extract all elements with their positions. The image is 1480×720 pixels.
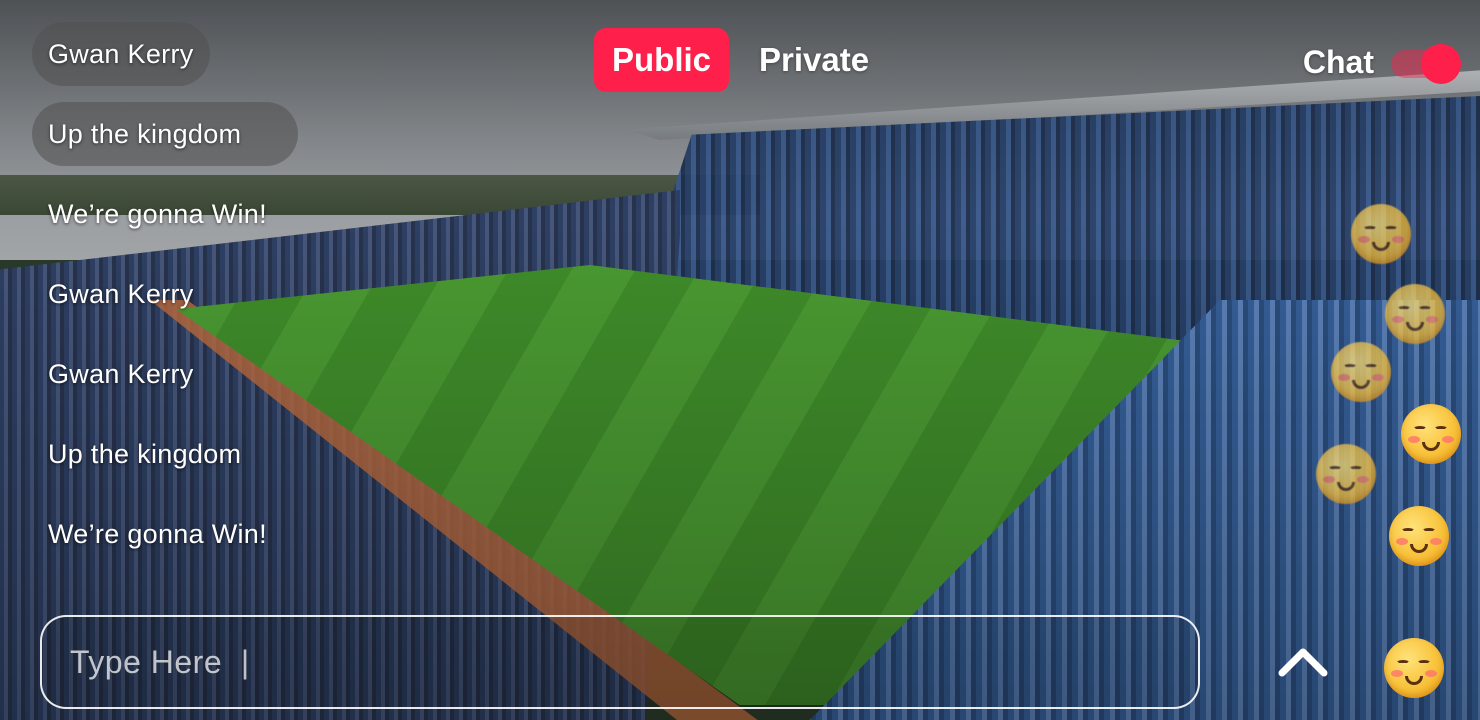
tab-public[interactable]: Public bbox=[594, 28, 730, 92]
chat-message: Gwan Kerry bbox=[32, 22, 210, 86]
chevron-up-icon[interactable] bbox=[1276, 640, 1330, 680]
chat-toggle-switch[interactable] bbox=[1391, 44, 1461, 84]
smiling-face-emoji-icon[interactable] bbox=[1384, 638, 1444, 698]
chat-message-text: We’re gonna Win! bbox=[48, 518, 267, 549]
chat-message: Gwan Kerry bbox=[32, 262, 210, 326]
smiling-face-emoji-icon bbox=[1401, 404, 1461, 464]
chat-message-text: Gwan Kerry bbox=[48, 358, 194, 389]
chat-message-text: Up the kingdom bbox=[48, 438, 242, 469]
chat-message: We’re gonna Win! bbox=[32, 182, 283, 246]
chat-toggle-label: Chat bbox=[1302, 44, 1374, 80]
chat-message-text: Gwan Kerry bbox=[48, 38, 194, 69]
smiling-face-emoji-icon bbox=[1351, 204, 1411, 264]
smiling-face-emoji-icon bbox=[1385, 284, 1445, 344]
chat-message-text: We’re gonna Win! bbox=[48, 198, 267, 229]
smiling-face-emoji-icon bbox=[1389, 506, 1449, 566]
chat-message-text: Up the kingdom bbox=[48, 118, 242, 149]
smiling-face-emoji-icon bbox=[1331, 342, 1391, 402]
chat-message: Up the kingdom bbox=[32, 102, 298, 166]
toggle-knob bbox=[1421, 44, 1461, 84]
smiling-face-emoji-icon bbox=[1316, 444, 1376, 504]
chat-message-text: Gwan Kerry bbox=[48, 278, 194, 309]
chat-message: Gwan Kerry bbox=[32, 342, 210, 406]
chat-message: We’re gonna Win! bbox=[32, 502, 283, 566]
tab-private[interactable]: Private bbox=[741, 28, 887, 92]
message-input[interactable] bbox=[68, 642, 1172, 682]
chat-message: Up the kingdom bbox=[32, 422, 257, 486]
message-composer bbox=[40, 615, 1200, 709]
